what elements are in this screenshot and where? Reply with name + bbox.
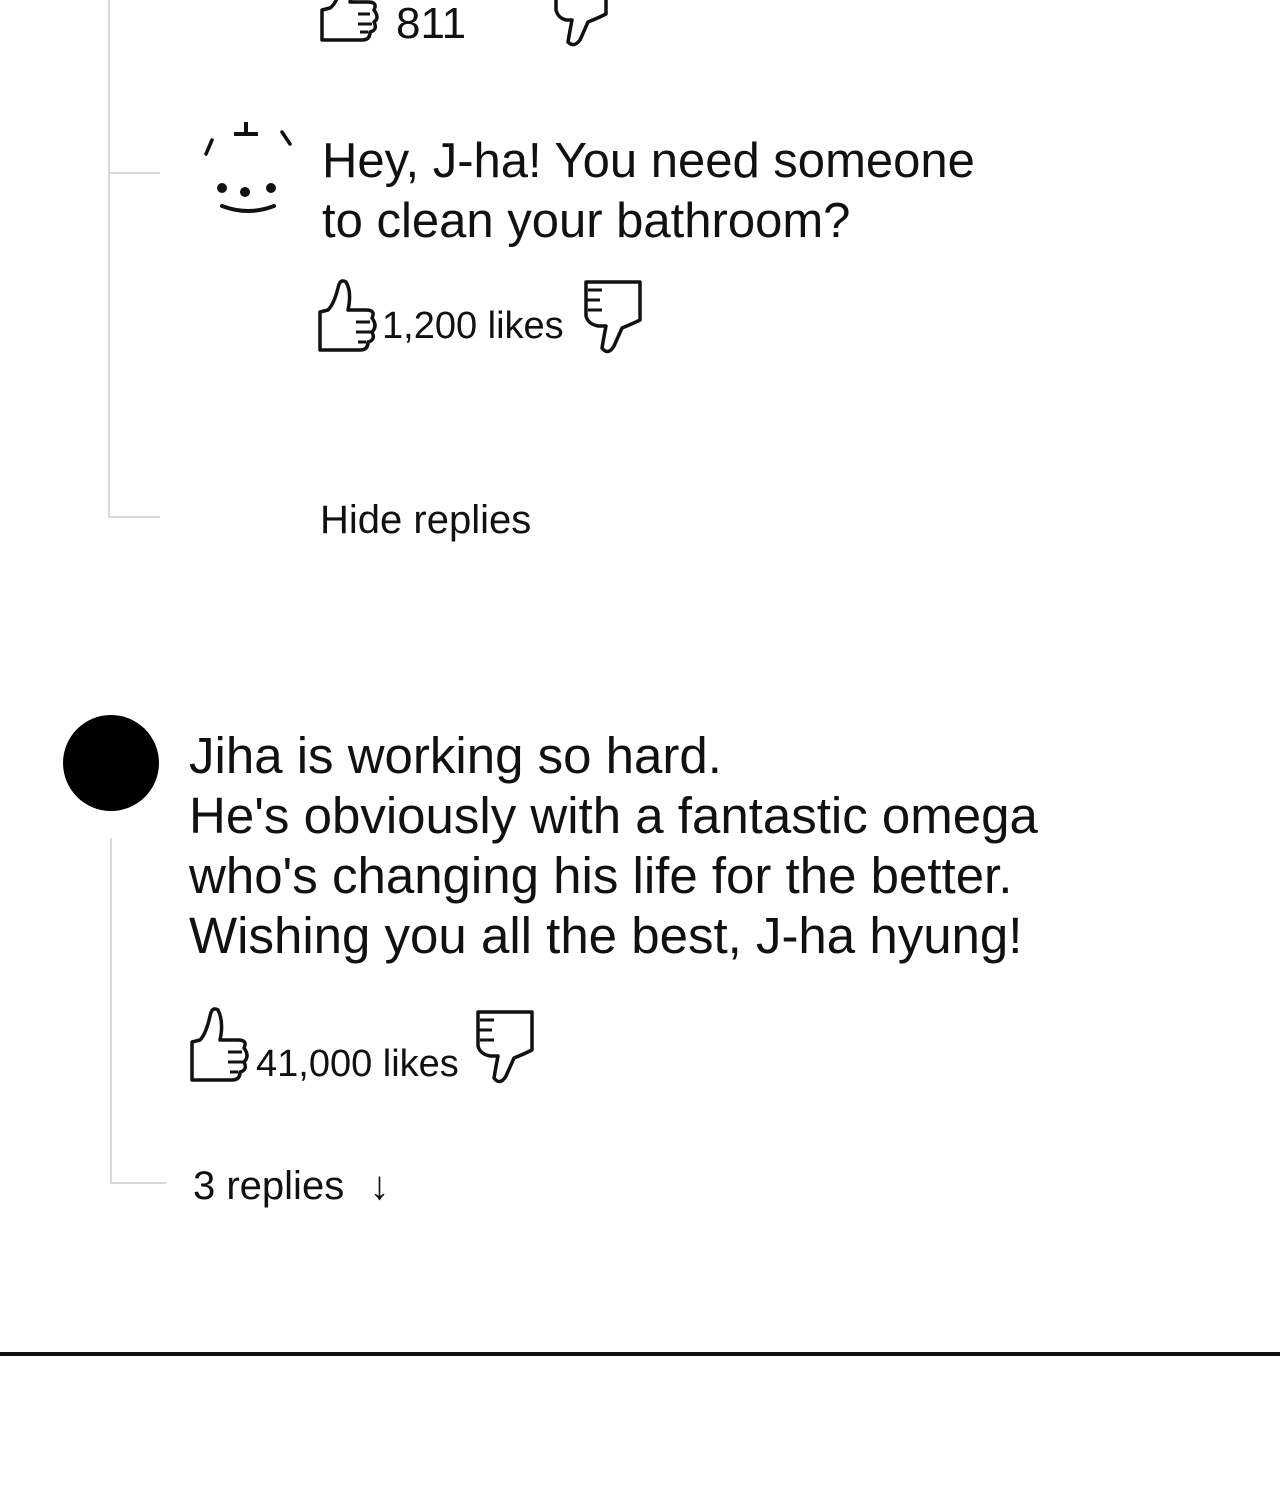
smiley-avatar-icon <box>198 122 298 222</box>
thumbs-down-icon <box>548 0 612 50</box>
bottom-divider <box>0 1352 1280 1356</box>
comment-like-button[interactable] <box>188 1004 252 1084</box>
thumbs-down-icon <box>472 1006 538 1086</box>
comment-replies-branch <box>110 1182 166 1184</box>
view-replies-link[interactable]: 3 replies ↓ <box>193 1164 389 1208</box>
comment-text: Jiha is working so hard. He's obviously … <box>189 727 1038 964</box>
top-like-button[interactable] <box>318 0 382 46</box>
comment-dislike-button[interactable] <box>472 1006 538 1086</box>
reply-text: Hey, J-ha! You need someone to clean you… <box>322 134 975 248</box>
top-likes-count: 811 <box>396 0 467 48</box>
thumbs-up-icon <box>316 276 380 354</box>
reply-likes-count: 1,200 likes <box>382 305 564 347</box>
thumbs-down-icon <box>580 276 646 356</box>
top-dislike-button[interactable] <box>548 0 612 50</box>
hide-replies-branch <box>108 516 160 518</box>
reply-thread-branch <box>108 172 160 174</box>
comment-avatar[interactable] <box>63 715 159 811</box>
thumbs-up-icon <box>188 1004 252 1084</box>
hide-replies-link[interactable]: Hide replies <box>320 498 531 542</box>
reply-thread-line <box>108 0 110 518</box>
comment-likes-count: 41,000 likes <box>256 1043 459 1085</box>
reply-like-button[interactable] <box>316 276 380 354</box>
replies-count-label: 3 replies <box>193 1164 345 1208</box>
comment-thread-line <box>110 838 112 1184</box>
reply-dislike-button[interactable] <box>580 276 646 356</box>
thumbs-up-icon <box>318 0 382 46</box>
reply-avatar[interactable] <box>198 118 298 218</box>
arrow-down-icon: ↓ <box>369 1164 390 1208</box>
